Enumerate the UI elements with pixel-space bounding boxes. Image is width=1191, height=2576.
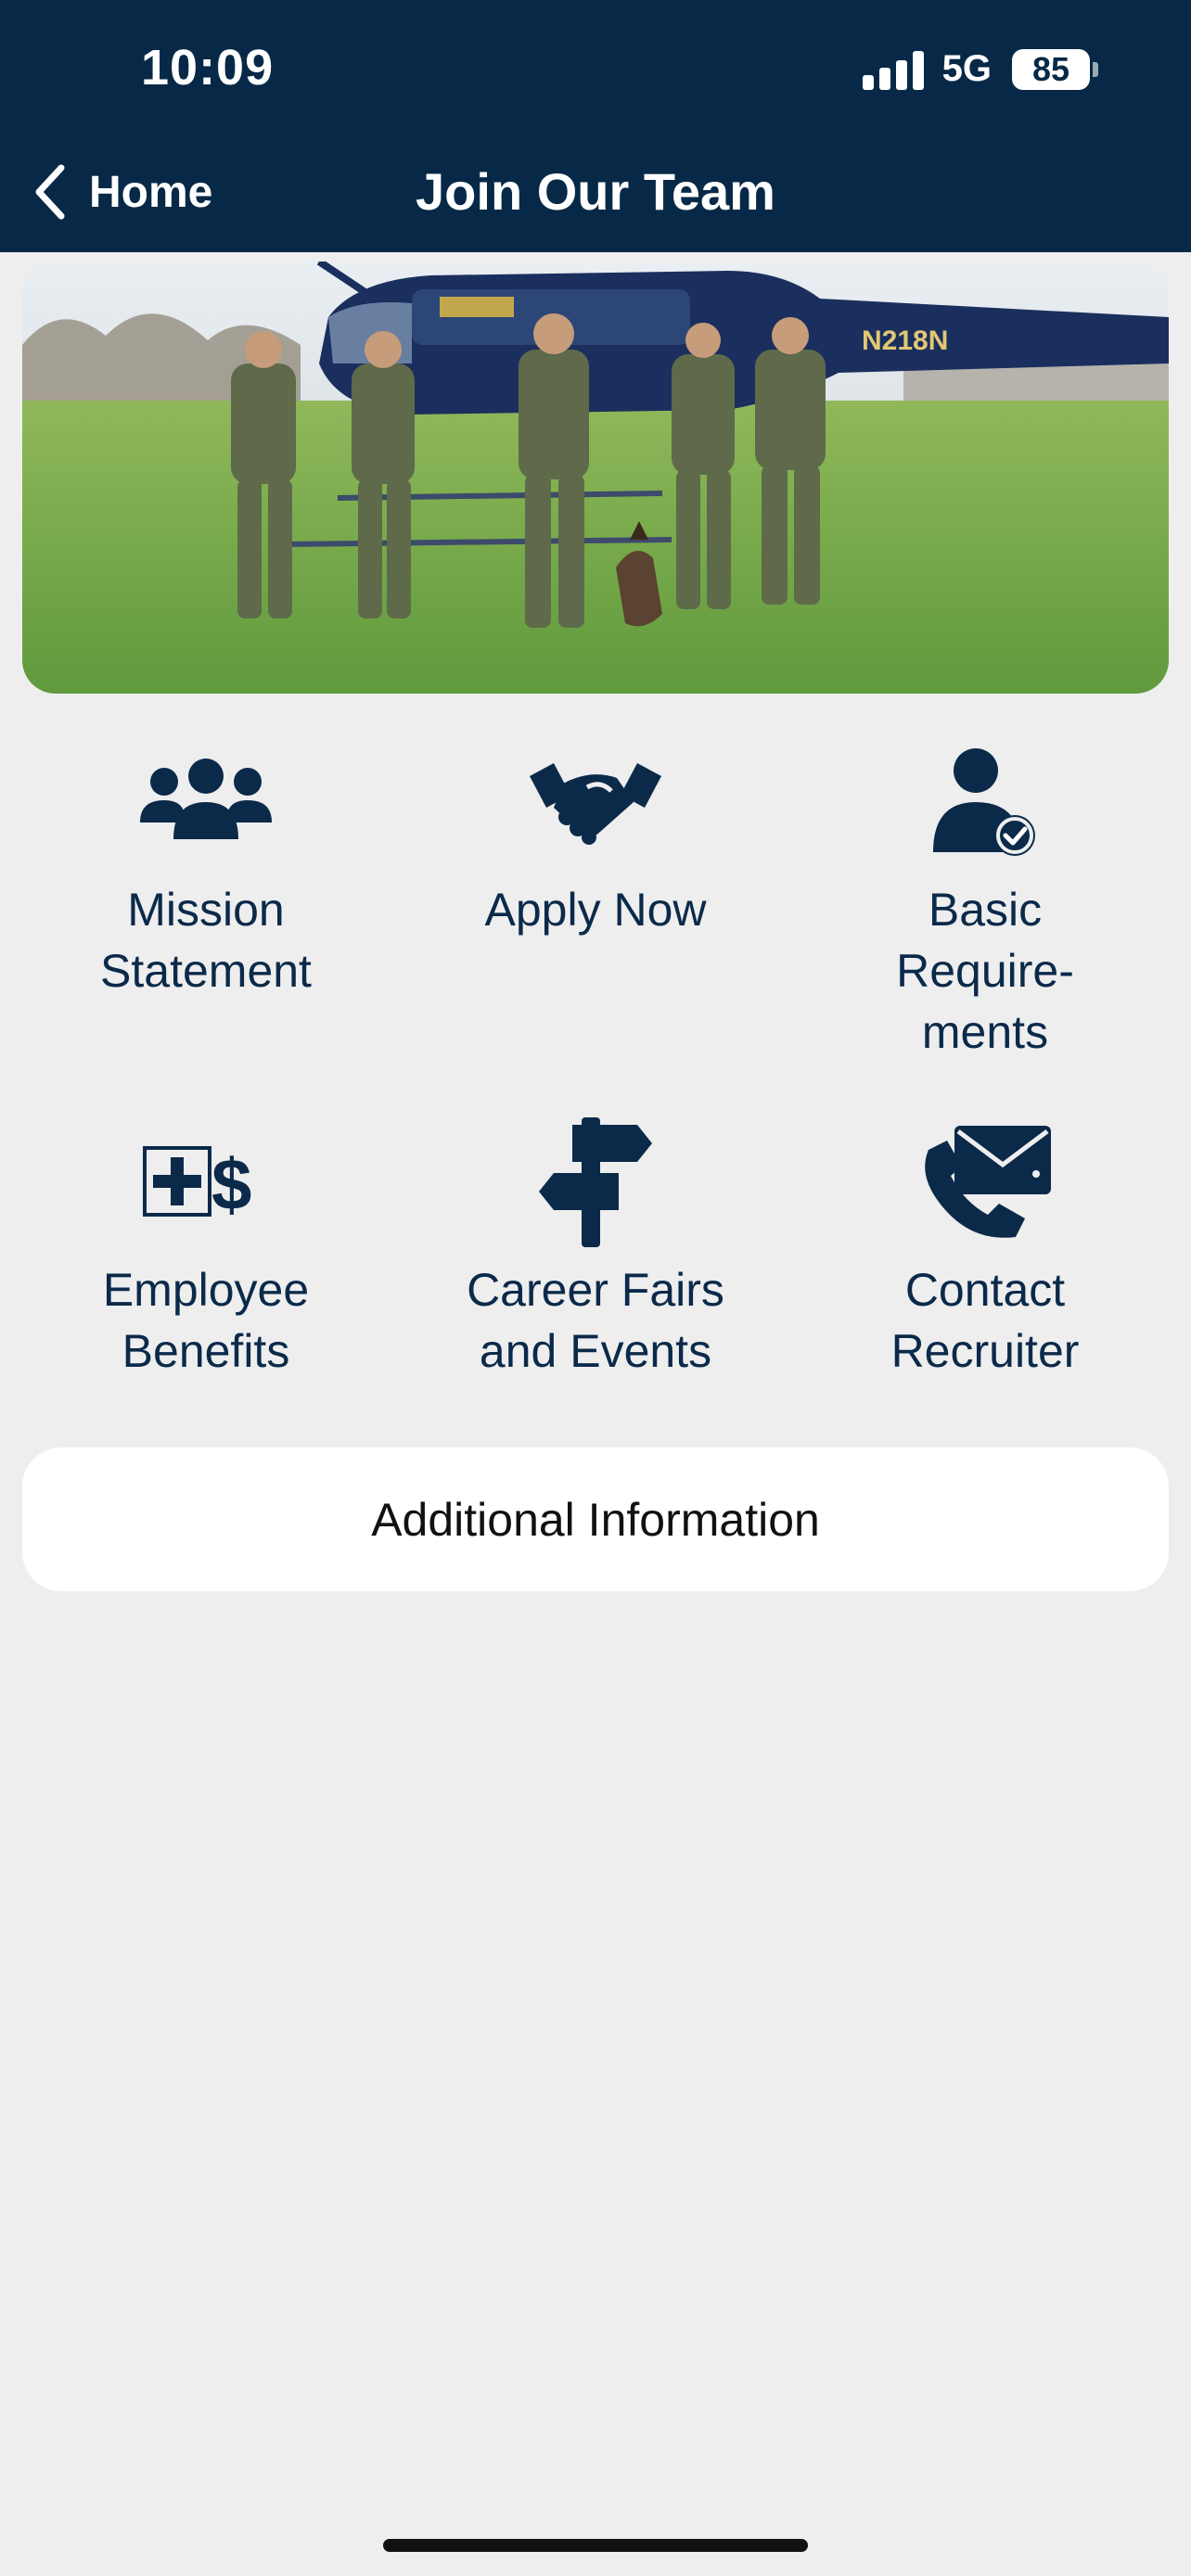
- tile-contact-recruiter[interactable]: Contact Recruiter: [790, 1122, 1180, 1382]
- tile-apply-now[interactable]: Apply Now: [401, 742, 790, 940]
- tile-employee-benefits[interactable]: $ Employee Benefits: [11, 1122, 401, 1382]
- status-time: 10:09: [141, 40, 275, 96]
- additional-information-button[interactable]: Additional Information: [22, 1447, 1169, 1591]
- battery-level: 85: [1012, 48, 1090, 90]
- tile-career-fairs[interactable]: Career Fairs and Events: [401, 1117, 790, 1382]
- handshake-icon: [521, 742, 670, 862]
- signpost-icon: [521, 1117, 670, 1247]
- user-check-icon: [911, 742, 1059, 862]
- status-indicators: 5G 85: [862, 48, 1098, 90]
- tile-mission-statement[interactable]: Mission Statement: [11, 742, 401, 1001]
- tile-label: Mission Statement: [100, 884, 312, 997]
- tile-label: Apply Now: [484, 884, 707, 936]
- tile-label: Employee Benefits: [102, 1264, 310, 1377]
- tile-label: Contact Recruiter: [890, 1264, 1080, 1377]
- battery-icon: 85: [1012, 48, 1098, 90]
- tile-label: Basic Require- ments: [896, 884, 1074, 1058]
- page-title: Join Our Team: [416, 162, 775, 221]
- tile-basic-requirements[interactable]: Basic Require- ments: [790, 742, 1180, 1063]
- hero-image: N218N: [22, 261, 1169, 694]
- people-group-icon: [132, 742, 280, 862]
- home-indicator[interactable]: [383, 2539, 808, 2552]
- signal-icon: [862, 49, 924, 90]
- helicopter-tail-number: N218N: [862, 325, 948, 356]
- tile-label: Career Fairs and Events: [467, 1264, 724, 1377]
- phone-envelope-icon: [911, 1122, 1059, 1243]
- svg-text:$: $: [211, 1143, 251, 1224]
- network-label: 5G: [941, 48, 992, 89]
- app-header: 10:09 5G 85 Home Join Our Team: [0, 0, 1191, 252]
- medical-dollar-icon: $: [132, 1122, 280, 1243]
